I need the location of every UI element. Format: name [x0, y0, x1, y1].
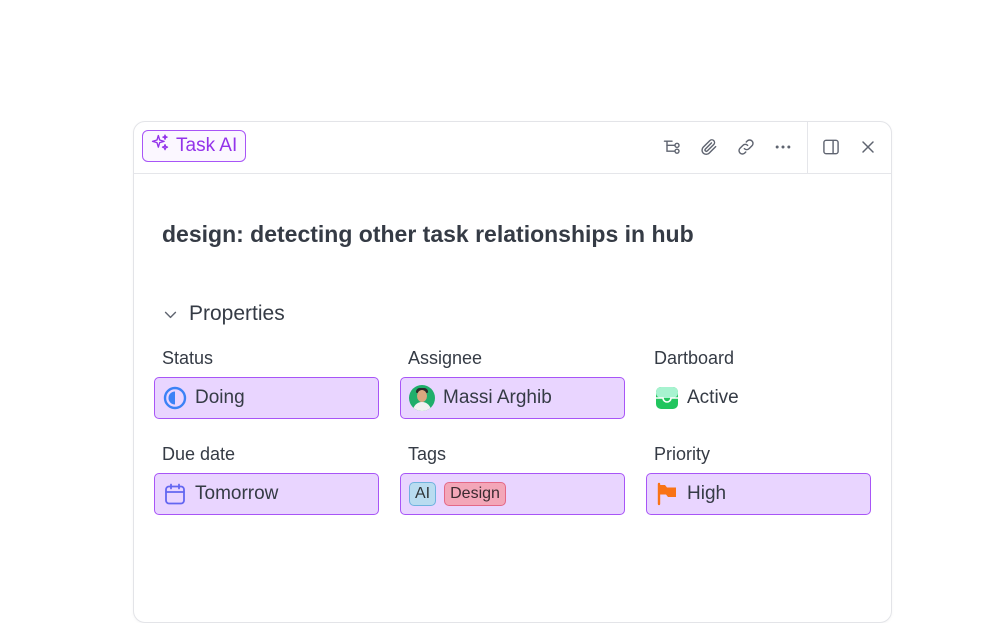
toggle-sidebar-button[interactable] [819, 135, 843, 159]
toolbar-divider [807, 122, 808, 173]
status-doing-icon [163, 386, 187, 410]
sparkle-icon [150, 133, 170, 159]
attach-button[interactable] [697, 135, 721, 159]
chevron-down-icon [164, 311, 177, 318]
assignee-value: Massi Arghib [443, 387, 552, 408]
status-field[interactable]: Doing [154, 377, 379, 419]
task-title[interactable]: design: detecting other task relationshi… [162, 221, 694, 248]
priority-value: High [687, 483, 727, 504]
tags-field[interactable]: AI Design [400, 473, 625, 515]
due-date-label: Due date [162, 444, 236, 464]
status-value: Doing [195, 387, 245, 408]
sidebar-toggle-icon [823, 139, 839, 155]
more-icon [775, 145, 791, 149]
close-button[interactable] [856, 135, 880, 159]
calendar-icon [165, 483, 185, 505]
due-date-field[interactable]: Tomorrow [154, 473, 379, 515]
tags-label: Tags [408, 444, 447, 464]
relationships-icon [663, 140, 680, 154]
due-date-value: Tomorrow [195, 483, 279, 504]
tag-ai[interactable]: AI [409, 482, 437, 506]
tag-design[interactable]: Design [444, 482, 506, 506]
assignee-label: Assignee [408, 348, 483, 368]
properties-toggle[interactable]: Properties [162, 302, 285, 326]
more-options-button[interactable] [771, 135, 795, 159]
dartboard-label: Dartboard [654, 348, 735, 368]
dartboard-field[interactable]: Active [646, 377, 871, 419]
assignee-field[interactable]: Massi Arghib [400, 377, 625, 419]
task-ai-label: Task AI [176, 135, 238, 156]
task-header-bar: Task AI [134, 122, 891, 174]
avatar [409, 385, 435, 411]
copy-link-button[interactable] [734, 135, 758, 159]
task-detail-panel: Task AI design: detecting other task rel… [133, 121, 892, 623]
attachment-icon [701, 139, 717, 156]
dartboard-value: Active [687, 387, 739, 408]
dartboard-icon [656, 387, 678, 409]
task-ai-button[interactable]: Task AI [142, 130, 247, 162]
priority-field[interactable]: High [646, 473, 871, 515]
close-icon [862, 141, 874, 153]
priority-label: Priority [654, 444, 711, 464]
flag-icon [657, 482, 676, 506]
relationships-button[interactable] [660, 135, 684, 159]
properties-heading: Properties [189, 302, 285, 325]
link-icon [738, 139, 754, 155]
status-label: Status [162, 348, 214, 368]
